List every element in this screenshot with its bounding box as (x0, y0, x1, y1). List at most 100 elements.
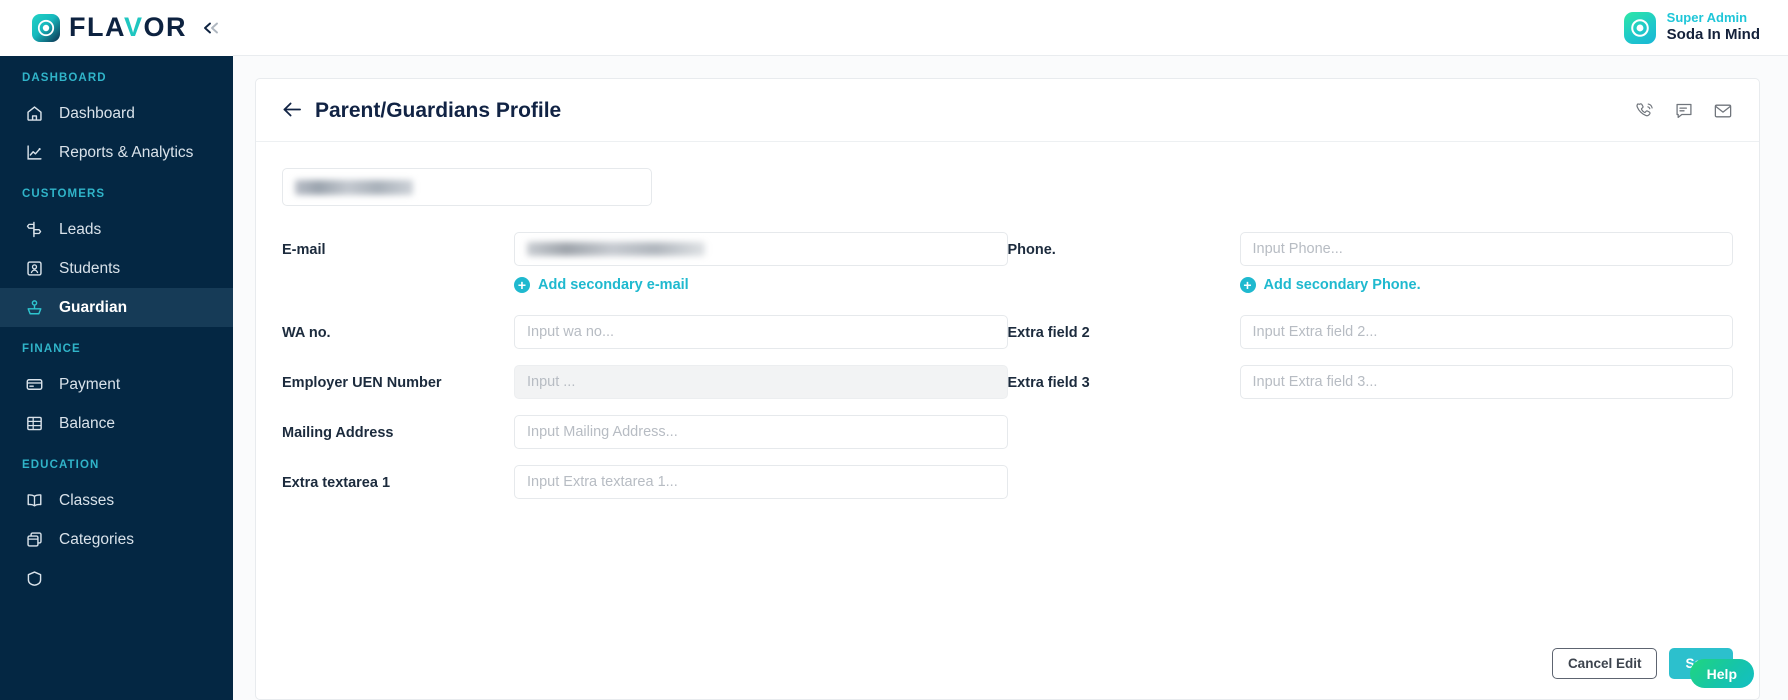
stacked-boxes-icon (24, 529, 45, 550)
form-row-mailing-address: Mailing Address Input Mailing Address... (282, 415, 1008, 465)
brand-name-accent: V (123, 12, 144, 42)
field-control: Input Extra field 2... (1239, 315, 1733, 349)
cancel-edit-button[interactable]: Cancel Edit (1551, 648, 1658, 679)
add-secondary-phone-link[interactable]: + Add secondary Phone. (1239, 277, 1734, 293)
sidebar-item-categories[interactable]: Categories (0, 520, 233, 559)
card-header: Parent/Guardians Profile (256, 79, 1759, 142)
brand-wordmark: FLAVOR (69, 14, 187, 41)
help-button[interactable]: Help (1689, 659, 1754, 688)
sidebar-section-finance: FINANCE (22, 343, 81, 355)
form-row-extra-textarea-1: Extra textarea 1 Input Extra textarea 1.… (282, 465, 1008, 515)
sidebar-item-guardian[interactable]: Guardian (0, 288, 233, 327)
double-chevron-left-icon[interactable] (201, 21, 221, 35)
brand-area[interactable]: FLAVOR (0, 0, 233, 56)
field-control: Input wa no... (514, 315, 1008, 349)
home-icon (24, 103, 45, 124)
redacted-name-value (295, 179, 413, 195)
extra-field-2-input[interactable]: Input Extra field 2... (1239, 315, 1733, 349)
form-row-phone: Phone. Input Phone... + Add secondary Ph… (1007, 232, 1734, 293)
sidebar-section-customers: CUSTOMERS (22, 188, 106, 200)
field-label: Extra textarea 1 (282, 475, 391, 491)
form-row-extra-field-2: Extra field 2 Input Extra field 2... (1007, 315, 1733, 365)
sidebar-item-reports-analytics[interactable]: Reports & Analytics (0, 133, 233, 172)
guardian-person-icon (24, 297, 45, 318)
id-card-icon (24, 258, 45, 279)
field-label: WA no. (282, 325, 331, 341)
plus-circle-icon: + (1239, 277, 1256, 293)
brand-name-part1: FLA (69, 12, 124, 42)
chat-icon[interactable] (1674, 101, 1694, 121)
credit-card-icon (24, 374, 45, 395)
main-content: Parent/Guardians Profile E-mail + Add se… (233, 56, 1788, 700)
sidebar-item-label: Dashboard (59, 104, 135, 122)
mail-icon[interactable] (1713, 101, 1733, 121)
add-secondary-phone-label: Add secondary Phone. (1263, 277, 1421, 293)
email-input[interactable] (514, 232, 1008, 266)
field-label: Mailing Address (282, 425, 394, 441)
sidebar-item-label: Students (59, 259, 121, 277)
extra-textarea-1-input[interactable]: Input Extra textarea 1... (514, 465, 1008, 499)
header-action-icons (1635, 101, 1733, 121)
form-row-wa-no: WA no. Input wa no... (282, 315, 1008, 365)
field-control: Input Phone... + Add secondary Phone. (1239, 232, 1734, 293)
form-column-left: E-mail + Add secondary e-mail WA no. Inp… (282, 232, 1008, 515)
add-secondary-email-link[interactable]: + Add secondary e-mail (514, 277, 1008, 293)
sidebar-item-label: Categories (59, 530, 134, 548)
form-row-extra-field-3: Extra field 3 Input Extra field 3... (1007, 365, 1733, 415)
sidebar-section-education: EDUCATION (22, 459, 100, 471)
field-control: Input ... (514, 365, 1008, 399)
sidebar-item-leads[interactable]: Leads (0, 210, 233, 249)
user-name: Soda In Mind (1666, 26, 1760, 44)
wa-no-input[interactable]: Input wa no... (514, 315, 1008, 349)
arrow-left-icon[interactable] (282, 100, 303, 122)
call-icon[interactable] (1635, 101, 1655, 121)
phone-input[interactable]: Input Phone... (1239, 232, 1733, 266)
form-row-employer-uen: Employer UEN Number Input ... (282, 365, 1008, 415)
sidebar-item-partial[interactable] (0, 559, 233, 598)
app-root: FLAVOR Super Admin Soda In Mind DASHBOAR… (0, 0, 1788, 700)
sidebar-item-balance[interactable]: Balance (0, 404, 233, 443)
user-role: Super Admin (1666, 10, 1748, 25)
sidebar-item-payment[interactable]: Payment (0, 365, 233, 404)
user-meta: Super Admin Soda In Mind (1667, 10, 1760, 45)
sidebar-item-label: Balance (59, 414, 116, 432)
open-book-icon (24, 490, 45, 511)
sidebar-section-dashboard: DASHBOARD (22, 72, 107, 84)
chart-line-icon (24, 142, 45, 163)
sidebar-item-label: Classes (59, 491, 115, 509)
field-control: Input Mailing Address... (514, 415, 1008, 449)
plus-circle-icon: + (514, 277, 530, 293)
sidebar-item-classes[interactable]: Classes (0, 481, 233, 520)
field-control: + Add secondary e-mail (514, 232, 1008, 293)
field-label: Extra field 3 (1007, 375, 1090, 391)
flavor-logo-mark-icon (32, 13, 60, 42)
partial-cut-off-icon (24, 568, 45, 589)
extra-field-3-input[interactable]: Input Extra field 3... (1239, 365, 1733, 399)
brand-name-part2: OR (143, 12, 187, 42)
sidebar-item-label: Guardian (59, 298, 128, 316)
sidebar-item-students[interactable]: Students (0, 249, 233, 288)
ledger-icon (24, 413, 45, 434)
redacted-email-value (527, 242, 705, 256)
field-control: Input Extra field 3... (1239, 365, 1733, 399)
field-label: Extra field 2 (1007, 325, 1090, 341)
avatar-target-icon (1623, 11, 1656, 44)
form-column-right: Phone. Input Phone... + Add secondary Ph… (1007, 232, 1734, 515)
sidebar-item-label: Payment (59, 375, 121, 393)
form-row-email: E-mail + Add secondary e-mail (282, 232, 1008, 293)
top-bar: FLAVOR Super Admin Soda In Mind (0, 0, 1788, 56)
signpost-icon (24, 219, 45, 240)
mailing-address-input[interactable]: Input Mailing Address... (514, 415, 1008, 449)
field-label: E-mail (282, 242, 326, 258)
form-grid: E-mail + Add secondary e-mail WA no. Inp… (282, 232, 1733, 515)
employer-uen-input[interactable]: Input ... (514, 365, 1008, 399)
sidebar-item-dashboard[interactable]: Dashboard (0, 94, 233, 133)
card-body: E-mail + Add secondary e-mail WA no. Inp… (256, 142, 1759, 634)
sidebar: DASHBOARD Dashboard Reports & Analytics … (0, 56, 233, 700)
body: DASHBOARD Dashboard Reports & Analytics … (0, 56, 1788, 700)
sidebar-item-label: Leads (59, 220, 102, 238)
user-area[interactable]: Super Admin Soda In Mind (1623, 10, 1788, 45)
guardian-name-field[interactable] (282, 168, 652, 206)
add-secondary-email-label: Add secondary e-mail (538, 277, 689, 293)
field-label: Phone. (1007, 242, 1056, 258)
